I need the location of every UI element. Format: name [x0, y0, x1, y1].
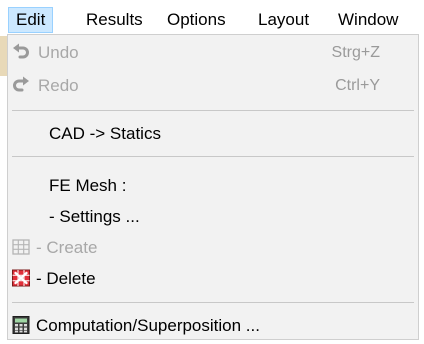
menu-bar: Edit Results Options Layout Window: [0, 0, 424, 36]
menu-item-computation[interactable]: Computation/Superposition ...: [8, 311, 418, 341]
grid-icon: [11, 237, 31, 257]
redo-label: Redo: [38, 76, 79, 95]
delete-mesh-icon: [11, 268, 31, 288]
background-window-edge: [0, 36, 7, 76]
menu-item-redo[interactable]: Redo Ctrl+Y: [8, 71, 418, 101]
menu-item-undo[interactable]: Undo Strg+Z: [8, 38, 418, 68]
menu-separator: [12, 156, 414, 157]
undo-shortcut: Strg+Z: [331, 44, 380, 61]
menu-window[interactable]: Window: [331, 7, 405, 33]
cad-statics-label: CAD -> Statics: [49, 124, 161, 143]
menu-separator: [12, 110, 414, 111]
create-label: - Create: [36, 238, 98, 257]
undo-label: Undo: [38, 43, 79, 62]
calculator-icon: [11, 315, 31, 335]
menu-separator: [12, 302, 414, 303]
menu-item-fe-mesh-header: FE Mesh :: [8, 171, 418, 201]
delete-label: - Delete: [36, 269, 96, 288]
settings-label: - Settings ...: [49, 207, 140, 226]
menu-results[interactable]: Results: [79, 7, 150, 33]
computation-label: Computation/Superposition ...: [36, 316, 260, 335]
menu-edit[interactable]: Edit: [8, 7, 54, 33]
redo-shortcut: Ctrl+Y: [335, 77, 380, 94]
fe-mesh-label: FE Mesh :: [49, 176, 127, 195]
menu-options[interactable]: Options: [160, 7, 233, 33]
menu-layout[interactable]: Layout: [251, 7, 316, 33]
menu-item-settings[interactable]: - Settings ...: [8, 202, 418, 232]
menu-item-cad-statics[interactable]: CAD -> Statics: [8, 119, 418, 149]
menu-item-create[interactable]: - Create: [8, 233, 418, 263]
edit-dropdown-menu: Undo Strg+Z Redo Ctrl+Y CAD -> Statics F…: [7, 34, 419, 340]
redo-icon: [11, 75, 31, 95]
menu-item-delete[interactable]: - Delete: [8, 264, 418, 294]
undo-icon: [11, 42, 31, 62]
